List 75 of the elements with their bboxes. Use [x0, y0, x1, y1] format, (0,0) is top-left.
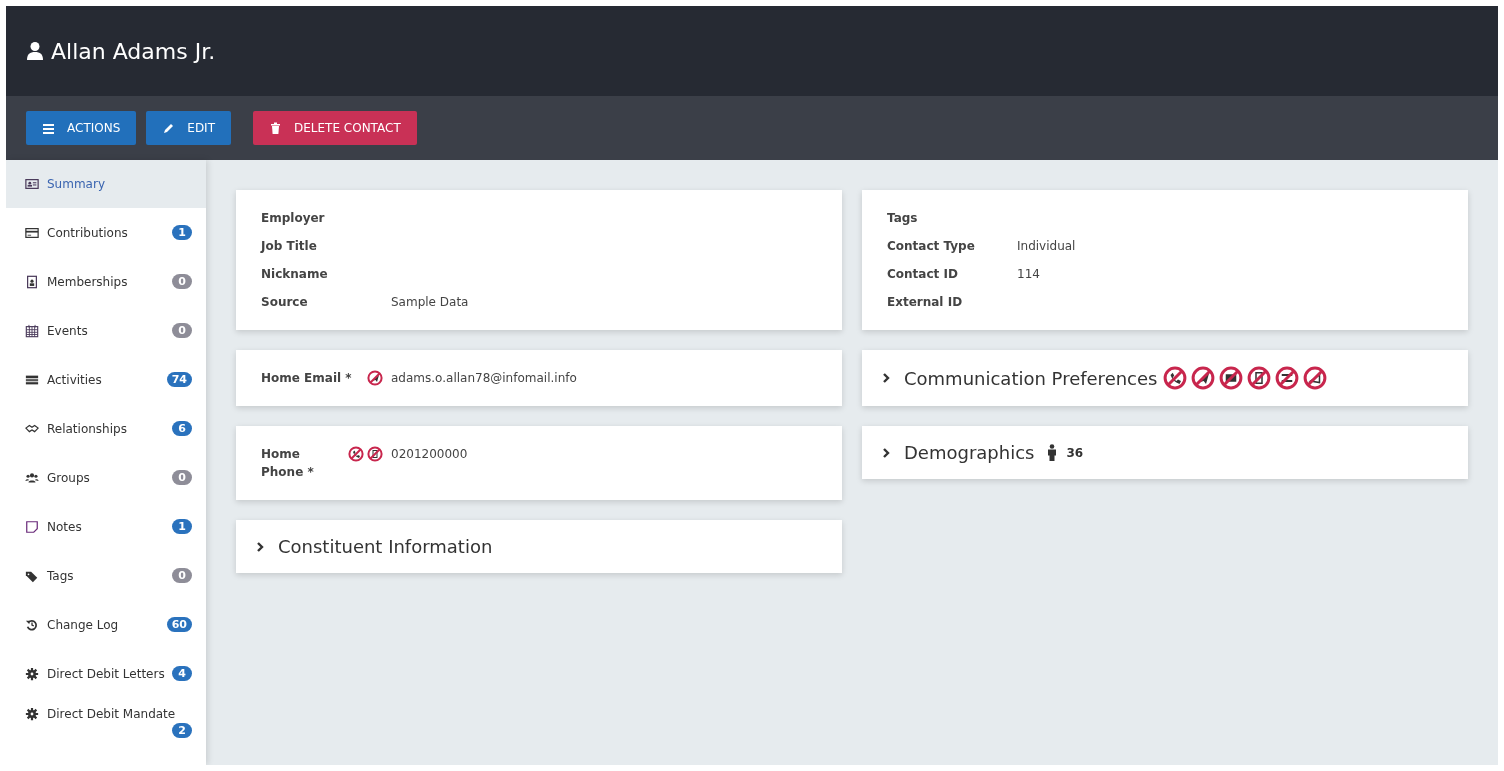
panel-title: Communication Preferences: [904, 367, 1158, 389]
count-badge: 0: [172, 323, 192, 338]
sidebar-item[interactable]: Direct Debit Mandate 2: [6, 698, 206, 747]
sidebar-item[interactable]: Summary: [6, 160, 206, 208]
panel-title: Demographics: [904, 442, 1035, 463]
sidebar-item[interactable]: Direct Debit Letters 4: [6, 649, 206, 698]
trash-icon: [269, 121, 282, 135]
sidebar-item[interactable]: Memberships 0: [6, 257, 206, 306]
actions-button[interactable]: ACTIONS: [26, 111, 137, 145]
delete-button[interactable]: DELETE CONTACT: [253, 111, 417, 145]
collapsible-panel[interactable]: Communication Preferences: [862, 350, 1468, 406]
collapsible-panel[interactable]: Demographics 36: [862, 426, 1468, 479]
count-badge: 6: [172, 421, 192, 436]
sidebar-item[interactable]: Groups 0: [6, 453, 206, 502]
pencil-icon: [162, 121, 176, 135]
edit-button[interactable]: EDIT: [146, 111, 231, 145]
sidebar-item[interactable]: Relationships 6: [6, 404, 206, 453]
count-badge: 4: [172, 666, 192, 681]
count-badge: 74: [166, 372, 192, 387]
blocked-phone-icon: [348, 446, 364, 462]
blocked-sms-icon: [1247, 366, 1272, 390]
field-value: 0201200000: [391, 446, 468, 463]
field-value: Individual: [1017, 238, 1076, 255]
sidebar-item[interactable]: Notes 1: [6, 502, 206, 551]
blocked-phone-icon: [1163, 366, 1188, 390]
field-value: adams.o.allan78@infomail.info: [391, 370, 577, 387]
field-label: Home Phone *: [261, 446, 315, 481]
field-label: Contact Type: [887, 238, 975, 255]
field-label: Contact ID: [887, 266, 958, 283]
panel-title: Constituent Information: [278, 536, 493, 557]
count-badge: 60: [166, 617, 192, 632]
sidebar-item[interactable]: Change Log 60: [6, 600, 206, 649]
count-badge: 0: [172, 470, 192, 485]
blocked-fax-icon: [1275, 366, 1300, 390]
field-label: Source: [261, 294, 308, 311]
sidebar-item[interactable]: Activities 74: [6, 355, 206, 404]
field-label: Nickname: [261, 266, 328, 283]
age-value: 36: [1066, 445, 1084, 460]
gear-icon: [25, 707, 39, 721]
sidebar-item[interactable]: Tags 0: [6, 551, 206, 600]
sidebar-item[interactable]: Events 0: [6, 306, 206, 355]
count-badge: 0: [172, 274, 192, 289]
calendar-icon: [25, 323, 39, 338]
field-value: Sample Data: [391, 294, 469, 311]
chevron-right-icon: [882, 372, 892, 384]
gear-icon: [25, 666, 39, 681]
note-icon: [25, 519, 39, 534]
history-icon: [25, 617, 39, 632]
blocked-bulk-icon: [1303, 366, 1328, 390]
field-label: Home Email *: [261, 370, 352, 387]
field-value: 114: [1017, 266, 1040, 283]
id-card-icon: [25, 177, 39, 191]
chevron-right-icon: [882, 446, 892, 459]
sidebar-item[interactable]: Contributions 1: [6, 208, 206, 257]
collapsible-panel[interactable]: Constituent Information: [236, 520, 842, 573]
count-badge: 0: [172, 568, 192, 583]
count-badge: 1: [172, 225, 192, 240]
user-icon: [26, 41, 44, 61]
person-icon: [1046, 443, 1059, 462]
credit-card-icon: [25, 225, 39, 240]
field-label: Employer: [261, 210, 325, 227]
blocked-email-icon: [1191, 366, 1216, 390]
chevron-right-icon: [256, 540, 266, 553]
count-badge: 2: [172, 723, 192, 738]
blocked-sms-icon: [367, 446, 383, 462]
blocked-email-icon: [367, 370, 383, 386]
field-label: Tags: [887, 210, 918, 227]
field-label: Job Title: [261, 238, 317, 255]
field-label: External ID: [887, 294, 963, 311]
blocked-mail-icon: [1219, 366, 1244, 390]
count-badge: 1: [172, 519, 192, 534]
id-badge-icon: [25, 274, 39, 289]
menu-icon: [42, 121, 55, 135]
contact-name: Allan Adams Jr.: [51, 38, 216, 64]
users-icon: [25, 470, 39, 485]
